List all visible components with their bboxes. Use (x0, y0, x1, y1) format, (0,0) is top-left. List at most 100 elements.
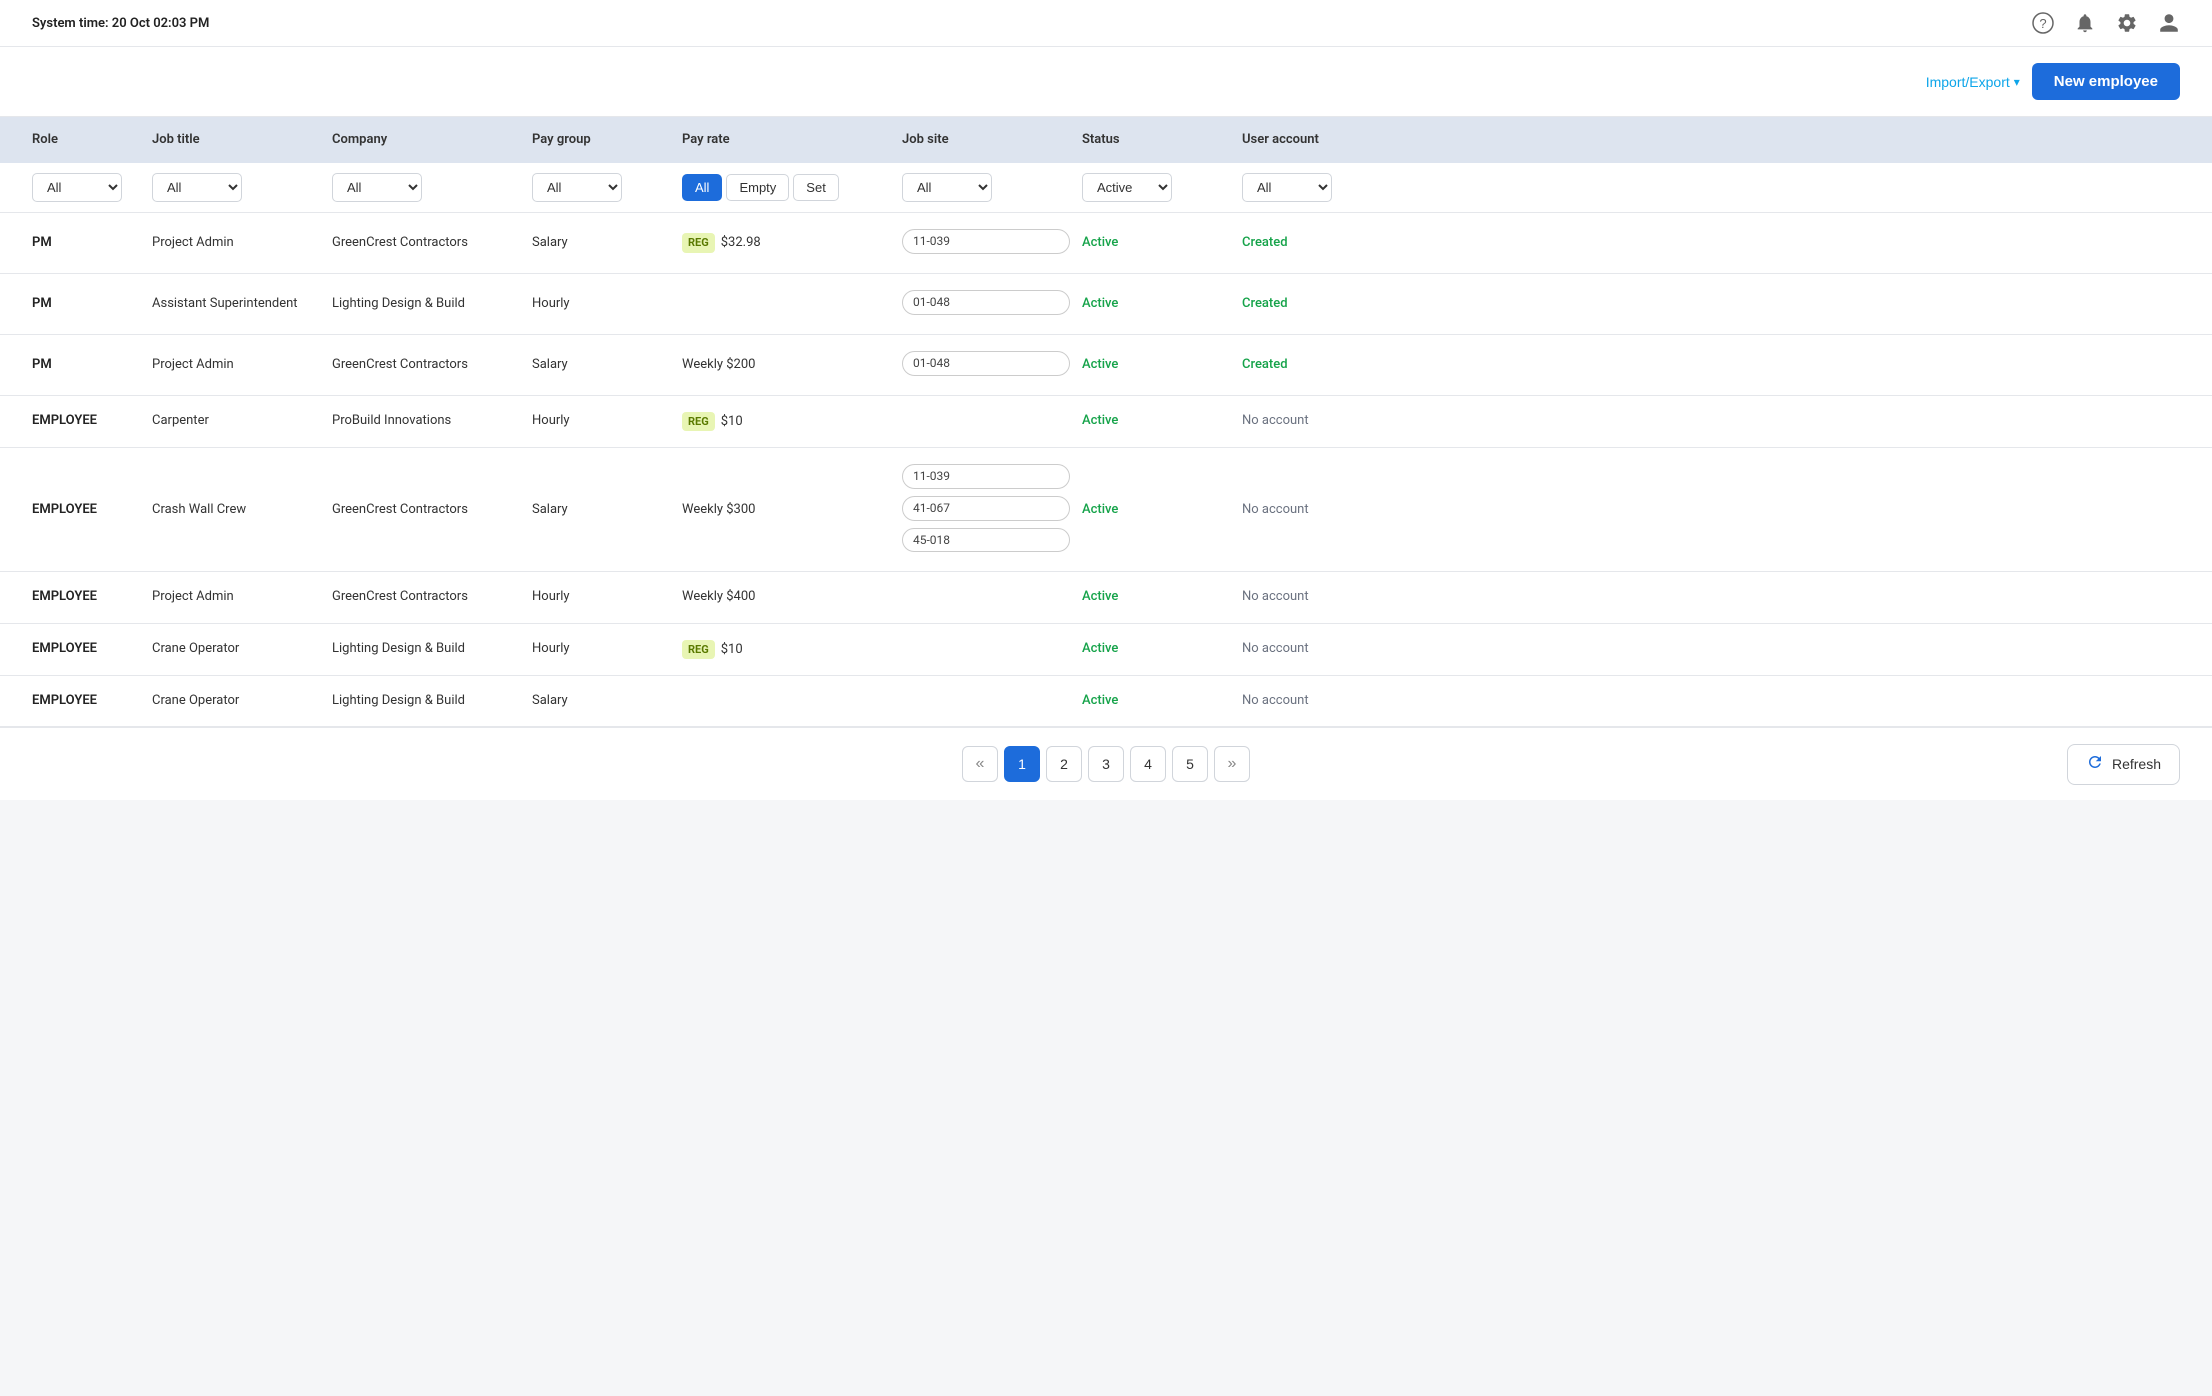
cell-user-account: No account (1242, 501, 1442, 519)
new-employee-button[interactable]: New employee (2032, 63, 2180, 100)
job-site-filter-cell: All (902, 173, 1082, 202)
job-site-filter[interactable]: All (902, 173, 992, 202)
cell-pay-rate: Weekly $200 (682, 356, 902, 374)
company-filter-cell: All (332, 173, 532, 202)
cell-company: Lighting Design & Build (332, 640, 532, 658)
cell-job-site: 01-048 (902, 290, 1082, 318)
cell-job-title: Assistant Superintendent (152, 295, 332, 313)
settings-icon[interactable] (2116, 12, 2138, 34)
cell-job-site: 01-048 (902, 351, 1082, 379)
cell-job-title: Crash Wall Crew (152, 501, 332, 519)
page-4-button[interactable]: 4 (1130, 746, 1166, 782)
cell-pay-rate: Weekly $400 (682, 588, 902, 606)
col-role: Role (32, 131, 152, 149)
prev-page-button[interactable]: « (962, 746, 998, 782)
cell-job-title: Carpenter (152, 412, 332, 430)
table-row[interactable]: EMPLOYEE Crane Operator Lighting Design … (0, 676, 2212, 727)
cell-role: PM (32, 295, 152, 313)
page-2-button[interactable]: 2 (1046, 746, 1082, 782)
pay-group-filter-cell: All (532, 173, 682, 202)
cell-user-account: No account (1242, 588, 1442, 606)
cell-pay-group: Salary (532, 501, 682, 519)
cell-status: Active (1082, 501, 1242, 519)
cell-user-account: No account (1242, 640, 1442, 658)
bell-icon[interactable] (2074, 12, 2096, 34)
next-page-button[interactable]: » (1214, 746, 1250, 782)
table-row[interactable]: PM Project Admin GreenCrest Contractors … (0, 213, 2212, 274)
user-icon[interactable] (2158, 12, 2180, 34)
col-job-site: Job site (902, 131, 1082, 149)
pay-group-filter[interactable]: All (532, 173, 622, 202)
cell-pay-rate: REG$32.98 (682, 233, 902, 252)
refresh-icon (2086, 753, 2104, 776)
status-filter[interactable]: Active Inactive All (1082, 173, 1172, 202)
cell-company: ProBuild Innovations (332, 412, 532, 430)
cell-pay-rate: Weekly $300 (682, 501, 902, 519)
top-icons: ? (2032, 12, 2180, 34)
table-row[interactable]: EMPLOYEE Carpenter ProBuild Innovations … (0, 396, 2212, 448)
job-site-badge: 01-048 (902, 290, 1070, 315)
cell-status: Active (1082, 356, 1242, 374)
cell-job-title: Project Admin (152, 588, 332, 606)
cell-pay-group: Hourly (532, 588, 682, 606)
cell-company: GreenCrest Contractors (332, 588, 532, 606)
page-1-button[interactable]: 1 (1004, 746, 1040, 782)
import-export-label: Import/Export (1926, 74, 2010, 90)
job-title-filter-cell: All (152, 173, 332, 202)
role-filter[interactable]: All (32, 173, 122, 202)
cell-pay-group: Salary (532, 356, 682, 374)
cell-job-title: Project Admin (152, 356, 332, 374)
pay-rate-empty-btn[interactable]: Empty (726, 174, 789, 201)
job-site-badge: 41-067 (902, 496, 1070, 521)
job-sites: 01-048 (902, 351, 1070, 379)
col-job-title: Job title (152, 131, 332, 149)
table-row[interactable]: EMPLOYEE Crane Operator Lighting Design … (0, 624, 2212, 676)
job-sites: 11-039 41-067 45-018 (902, 464, 1070, 555)
cell-company: Lighting Design & Build (332, 692, 532, 710)
user-account-filter-cell: All (1242, 173, 1442, 202)
table-row[interactable]: EMPLOYEE Project Admin GreenCrest Contra… (0, 572, 2212, 623)
table-row[interactable]: EMPLOYEE Crash Wall Crew GreenCrest Cont… (0, 448, 2212, 572)
cell-pay-group: Hourly (532, 640, 682, 658)
cell-status: Active (1082, 640, 1242, 658)
help-icon[interactable]: ? (2032, 12, 2054, 34)
cell-pay-group: Salary (532, 692, 682, 710)
cell-role: EMPLOYEE (32, 588, 152, 606)
cell-role: EMPLOYEE (32, 692, 152, 710)
job-site-badge: 45-018 (902, 528, 1070, 553)
cell-company: Lighting Design & Build (332, 295, 532, 313)
col-pay-group: Pay group (532, 131, 682, 149)
page-3-button[interactable]: 3 (1088, 746, 1124, 782)
cell-company: GreenCrest Contractors (332, 234, 532, 252)
pay-rate-set-btn[interactable]: Set (793, 174, 839, 201)
company-filter[interactable]: All (332, 173, 422, 202)
refresh-button[interactable]: Refresh (2067, 744, 2180, 785)
job-site-badge: 11-039 (902, 464, 1070, 489)
table-row[interactable]: PM Assistant Superintendent Lighting Des… (0, 274, 2212, 335)
job-sites: 11-039 (902, 229, 1070, 257)
top-bar: System time: 20 Oct 02:03 PM ? (0, 0, 2212, 47)
col-status: Status (1082, 131, 1242, 149)
user-account-filter[interactable]: All (1242, 173, 1332, 202)
role-filter-cell: All (32, 173, 152, 202)
job-title-filter[interactable]: All (152, 173, 242, 202)
system-time-value: 20 Oct 02:03 PM (112, 16, 210, 31)
table-container: Role Job title Company Pay group Pay rat… (0, 117, 2212, 727)
cell-pay-rate: REG$10 (682, 412, 902, 431)
page-5-button[interactable]: 5 (1172, 746, 1208, 782)
reg-badge: REG (682, 640, 715, 659)
job-sites: 01-048 (902, 290, 1070, 318)
cell-user-account: No account (1242, 692, 1442, 710)
cell-status: Active (1082, 692, 1242, 710)
reg-badge: REG (682, 412, 715, 431)
system-time: System time: 20 Oct 02:03 PM (32, 16, 209, 31)
table-row[interactable]: PM Project Admin GreenCrest Contractors … (0, 335, 2212, 396)
cell-pay-group: Hourly (532, 295, 682, 313)
table-header: Role Job title Company Pay group Pay rat… (0, 117, 2212, 163)
cell-pay-rate: REG$10 (682, 640, 902, 659)
filter-row: All All All All All Empty Set (0, 163, 2212, 213)
pay-rate-all-btn[interactable]: All (682, 174, 722, 201)
cell-company: GreenCrest Contractors (332, 356, 532, 374)
pay-rate-filter-cell: All Empty Set (682, 174, 902, 201)
import-export-button[interactable]: Import/Export ▾ (1926, 74, 2020, 90)
